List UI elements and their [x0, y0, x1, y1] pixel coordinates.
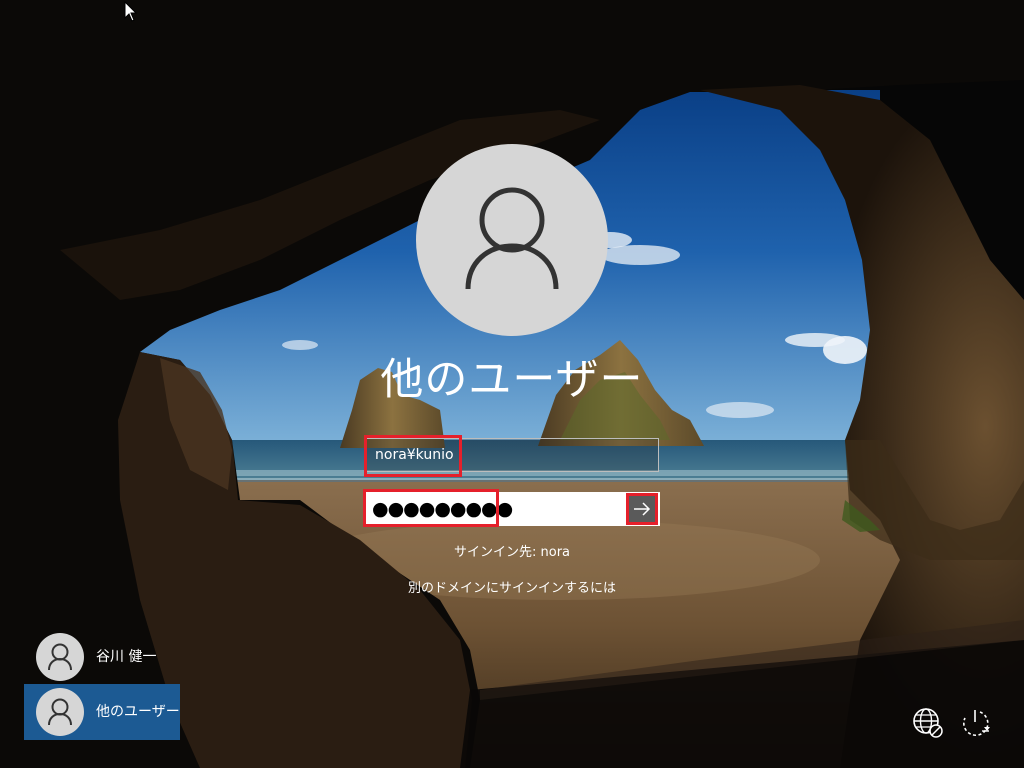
signin-domain-text: サインイン先: nora: [453, 545, 571, 560]
user-silhouette-icon: [48, 698, 72, 726]
other-domain-link[interactable]: 別のドメインにサインインするには: [312, 579, 712, 599]
power-icon[interactable]: [958, 705, 994, 741]
user-tile-tanigawa[interactable]: 谷川 健一: [24, 629, 180, 685]
username-title: 他のユーザー: [380, 355, 644, 405]
password-highlight-box: [363, 489, 499, 527]
mouse-cursor-icon: [124, 1, 138, 22]
arrow-right-icon: [634, 502, 651, 516]
user-tile-label: 他のユーザー: [96, 704, 180, 720]
user-silhouette-icon: [48, 643, 72, 671]
user-silhouette-icon: [465, 187, 559, 290]
submit-button[interactable]: [626, 493, 658, 525]
user-tile-other-user[interactable]: 他のユーザー: [24, 684, 180, 740]
user-avatar-large: [416, 144, 608, 336]
username-highlight-box: [364, 435, 462, 477]
avatar: [36, 688, 84, 736]
network-globe-icon[interactable]: [911, 706, 945, 740]
user-tile-label: 谷川 健一: [96, 649, 157, 665]
avatar: [36, 633, 84, 681]
